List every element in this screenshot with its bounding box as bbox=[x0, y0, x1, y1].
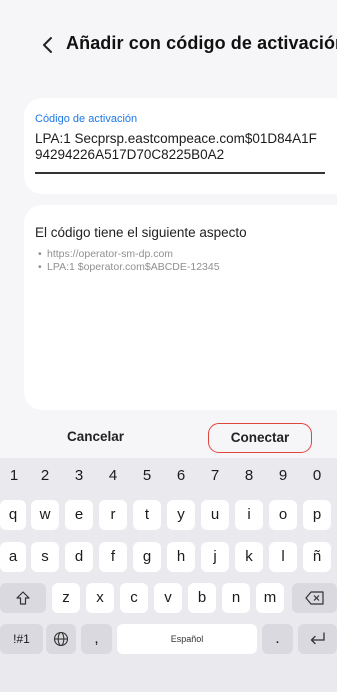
key-4[interactable]: 4 bbox=[99, 461, 127, 491]
hint-card: El código tiene el siguiente aspecto • ht… bbox=[24, 205, 337, 410]
key-i[interactable]: i bbox=[235, 500, 263, 530]
key-n[interactable]: n bbox=[222, 583, 250, 613]
globe-icon bbox=[53, 631, 69, 647]
key-9[interactable]: 9 bbox=[269, 461, 297, 491]
key-5[interactable]: 5 bbox=[133, 461, 161, 491]
key-h[interactable]: h bbox=[167, 542, 195, 572]
key-f[interactable]: f bbox=[99, 542, 127, 572]
keyboard-row-numbers: 1 2 3 4 5 6 7 8 9 0 bbox=[0, 461, 337, 497]
key-k[interactable]: k bbox=[235, 542, 263, 572]
backspace-key[interactable] bbox=[292, 583, 337, 613]
hint-title: El código tiene el siguiente aspecto bbox=[35, 225, 247, 240]
hint-example: • https://operator-sm-dp.com bbox=[38, 248, 174, 260]
key-a[interactable]: a bbox=[0, 542, 26, 572]
activation-code-input[interactable]: LPA:1 Secprsp.eastcompeace.com$01D84A1F9… bbox=[35, 131, 323, 163]
key-o[interactable]: o bbox=[269, 500, 297, 530]
backspace-icon bbox=[304, 591, 324, 605]
shift-key[interactable] bbox=[0, 583, 46, 613]
key-b[interactable]: b bbox=[188, 583, 216, 613]
key-6[interactable]: 6 bbox=[167, 461, 195, 491]
language-key[interactable] bbox=[46, 624, 76, 654]
back-button[interactable] bbox=[38, 33, 60, 57]
enter-icon bbox=[310, 632, 325, 645]
field-label: Código de activación bbox=[35, 113, 138, 125]
keyboard: 1 2 3 4 5 6 7 8 9 0 q w e r t y u i o p … bbox=[0, 458, 337, 692]
page-title: Añadir con código de activación bbox=[66, 33, 337, 53]
activation-code-card: Código de activación LPA:1 Secprsp.eastc… bbox=[24, 98, 337, 194]
keyboard-row-zxcv: z x c v b n m bbox=[0, 583, 337, 619]
navigation-bar bbox=[0, 692, 337, 699]
screen: Añadir con código de activación Código d… bbox=[0, 0, 337, 699]
keyboard-row-asdf: a s d f g h j k l ñ bbox=[0, 542, 337, 578]
input-underline bbox=[35, 172, 325, 174]
key-l[interactable]: l bbox=[269, 542, 297, 572]
key-x[interactable]: x bbox=[86, 583, 114, 613]
hint-examples: • https://operator-sm-dp.com • LPA:1 $oper… bbox=[38, 248, 220, 274]
key-1[interactable]: 1 bbox=[0, 461, 28, 491]
keyboard-row-qwerty: q w e r t y u i o p bbox=[0, 500, 337, 536]
key-m[interactable]: m bbox=[256, 583, 284, 613]
action-bar: Cancelar Conectar bbox=[0, 410, 337, 458]
key-j[interactable]: j bbox=[201, 542, 229, 572]
shift-icon bbox=[16, 591, 30, 605]
key-z[interactable]: z bbox=[52, 583, 80, 613]
key-d[interactable]: d bbox=[65, 542, 93, 572]
key-3[interactable]: 3 bbox=[65, 461, 93, 491]
connect-button[interactable]: Conectar bbox=[208, 423, 312, 453]
edge-strip bbox=[337, 0, 348, 699]
period-key[interactable]: . bbox=[262, 624, 293, 654]
key-p[interactable]: p bbox=[303, 500, 331, 530]
symbols-key[interactable]: !#1 bbox=[0, 624, 43, 654]
key-n-tilde[interactable]: ñ bbox=[303, 542, 331, 572]
comma-key[interactable]: , bbox=[81, 624, 112, 654]
key-y[interactable]: y bbox=[167, 500, 195, 530]
key-w[interactable]: w bbox=[31, 500, 59, 530]
key-2[interactable]: 2 bbox=[31, 461, 59, 491]
cancel-button[interactable]: Cancelar bbox=[58, 424, 168, 450]
key-r[interactable]: r bbox=[99, 500, 127, 530]
key-g[interactable]: g bbox=[133, 542, 161, 572]
space-key[interactable]: Español bbox=[117, 624, 257, 654]
header: Añadir con código de activación bbox=[0, 0, 337, 90]
key-q[interactable]: q bbox=[0, 500, 26, 530]
key-v[interactable]: v bbox=[154, 583, 182, 613]
enter-key[interactable] bbox=[298, 624, 337, 654]
key-u[interactable]: u bbox=[201, 500, 229, 530]
key-t[interactable]: t bbox=[133, 500, 161, 530]
key-e[interactable]: e bbox=[65, 500, 93, 530]
key-7[interactable]: 7 bbox=[201, 461, 229, 491]
hint-example: • LPA:1 $operator.com$ABCDE-12345 bbox=[38, 261, 220, 273]
chevron-left-icon bbox=[43, 37, 52, 53]
key-c[interactable]: c bbox=[120, 583, 148, 613]
keyboard-row-bottom: !#1 , Español . bbox=[0, 624, 337, 660]
key-8[interactable]: 8 bbox=[235, 461, 263, 491]
key-s[interactable]: s bbox=[31, 542, 59, 572]
key-0[interactable]: 0 bbox=[303, 461, 331, 491]
